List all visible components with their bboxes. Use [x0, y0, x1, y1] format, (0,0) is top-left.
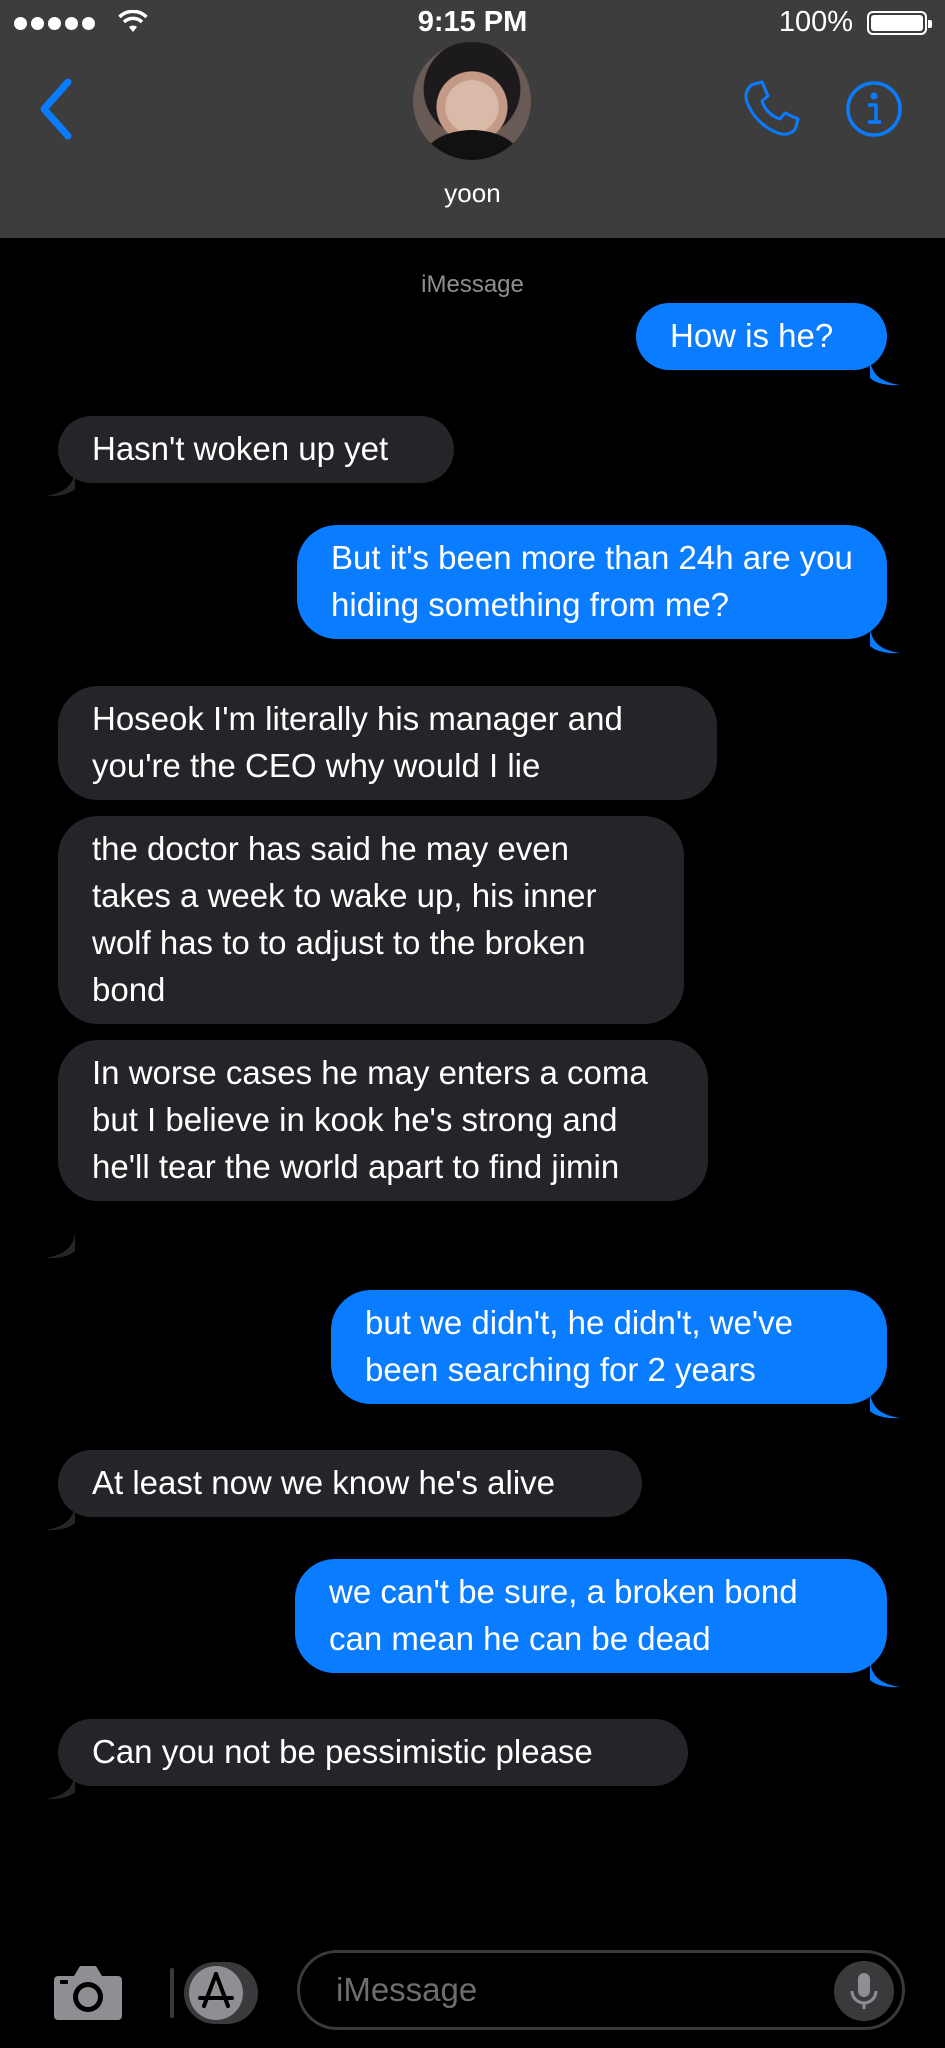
message-input-placeholder: iMessage	[336, 1971, 478, 2008]
phone-call-icon[interactable]	[740, 78, 802, 140]
app-store-icon[interactable]	[170, 1962, 258, 2024]
bubble-tail	[870, 360, 900, 386]
bubble-tail	[45, 1233, 75, 1259]
bubble-tail	[45, 1505, 75, 1531]
conversation-header: yoon	[0, 42, 945, 238]
message-bubble-incoming[interactable]: Hoseok I'm literally his manager and you…	[58, 686, 717, 800]
message-bubble-incoming[interactable]: At least now we know he's alive	[58, 1450, 642, 1517]
message-bubble-incoming[interactable]: In worse cases he may enters a coma but …	[58, 1040, 708, 1201]
message-bubble-outgoing[interactable]: but we didn't, he didn't, we've been sea…	[331, 1290, 887, 1404]
message-bubble-incoming[interactable]: Can you not be pessimistic please	[58, 1719, 688, 1786]
microphone-button[interactable]	[834, 1961, 894, 2021]
message-bubble-incoming[interactable]: the doctor has said he may even takes a …	[58, 816, 684, 1024]
bubble-tail	[45, 1774, 75, 1800]
message-input[interactable]: iMessage	[297, 1950, 905, 2030]
bubble-tail	[870, 628, 900, 654]
status-bar: 9:15 PM 100%	[0, 0, 945, 46]
microphone-icon	[850, 1973, 878, 2009]
contact-avatar[interactable]	[413, 42, 531, 160]
contact-name[interactable]: yoon	[0, 178, 945, 209]
bubble-tail	[45, 471, 75, 497]
battery-icon	[867, 11, 932, 35]
service-label: iMessage	[421, 271, 524, 298]
bubble-tail	[870, 1393, 900, 1419]
message-bubble-outgoing[interactable]: we can't be sure, a broken bond can mean…	[295, 1559, 887, 1673]
message-bubble-outgoing[interactable]: How is he?	[636, 303, 887, 370]
battery-percentage: 100%	[778, 6, 853, 38]
message-bubble-incoming[interactable]: Hasn't woken up yet	[58, 416, 454, 483]
message-bubble-outgoing[interactable]: But it's been more than 24h are you hidi…	[297, 525, 887, 639]
camera-icon[interactable]	[52, 1962, 124, 2022]
info-icon[interactable]	[845, 80, 903, 138]
back-chevron-icon[interactable]	[36, 76, 76, 142]
bubble-tail	[870, 1662, 900, 1688]
